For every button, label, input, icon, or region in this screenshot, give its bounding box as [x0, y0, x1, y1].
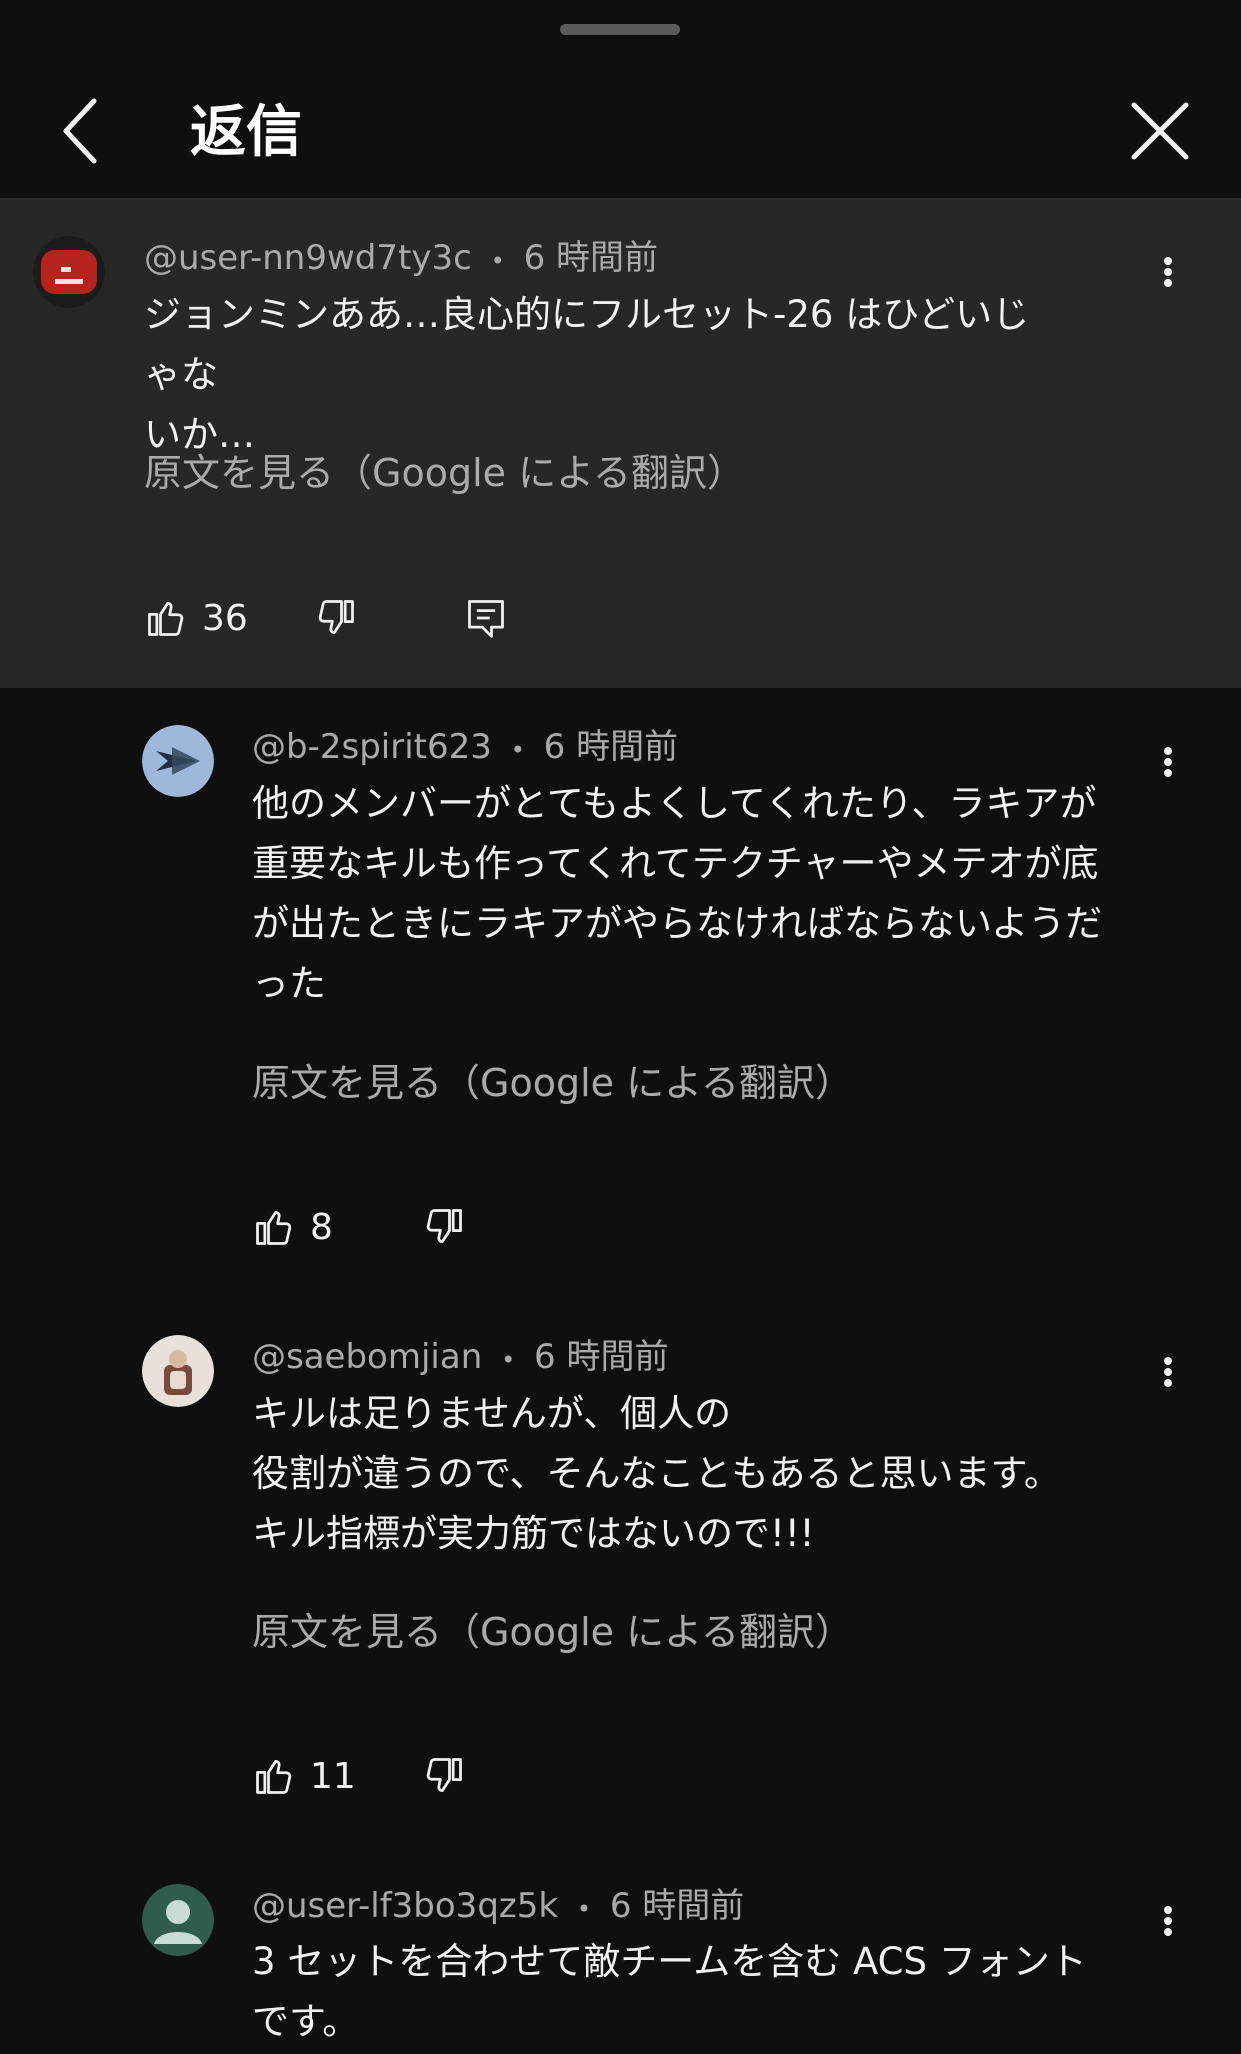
comment-text: ジョンミンああ…良心的にフルセット-26 はひどいじゃな いか…: [144, 285, 1064, 465]
comment-actions: 8: [252, 1197, 552, 1257]
comment-line: キルは足りませんが、個人の: [252, 1392, 732, 1435]
thumb-down-icon: [426, 1758, 462, 1793]
avatar-image: [142, 1335, 214, 1407]
back-button[interactable]: [50, 91, 120, 171]
avatar-image: [142, 1884, 214, 1956]
dislike-button[interactable]: [314, 588, 358, 648]
avatar[interactable]: [142, 1335, 214, 1407]
drag-handle[interactable]: [560, 24, 680, 35]
header: 返信: [0, 55, 1241, 198]
comment-author[interactable]: @user-nn9wd7ty3c: [144, 238, 472, 278]
like-count: 8: [310, 1206, 333, 1248]
reply-button[interactable]: [464, 588, 508, 648]
comment-meta: @user-lf3bo3qz5k • 6 時間前: [252, 1884, 744, 1931]
close-icon: [1131, 102, 1189, 160]
more-vert-icon: [1164, 1354, 1172, 1390]
thumb-up-icon: [256, 1210, 292, 1245]
comment-line: 3 セットを合わせて敵チームを含む ACS フォント: [252, 1940, 1087, 1983]
comment-actions: 11: [252, 1746, 552, 1806]
dislike-button[interactable]: [422, 1197, 466, 1257]
comment-line: 重要なキルも作ってくれてテクチャーやメテオが底: [252, 842, 1099, 885]
more-vert-icon: [1164, 254, 1172, 290]
comment-line: キル指標が実力筋ではないので!!!: [252, 1512, 815, 1555]
comment-author[interactable]: @saebomjian: [252, 1337, 482, 1377]
more-options-button[interactable]: [1148, 732, 1188, 792]
comment-line: です。: [252, 2000, 360, 2043]
like-button[interactable]: 36: [144, 588, 248, 648]
like-count: 11: [310, 1755, 356, 1797]
meta-separator: •: [490, 247, 505, 275]
thumb-up-icon: [256, 1759, 292, 1794]
reply-icon: [468, 600, 504, 638]
meta-separator: •: [510, 736, 525, 764]
comment-author[interactable]: @user-lf3bo3qz5k: [252, 1886, 558, 1926]
comment-author[interactable]: @b-2spirit623: [252, 727, 492, 767]
more-options-button[interactable]: [1148, 242, 1188, 302]
comment-time: 6 時間前: [543, 727, 679, 767]
thumb-down-icon: [318, 600, 354, 635]
comment-text: 他のメンバーがとてもよくしてくれたり、ラキアが 重要なキルも作ってくれてテクチャ…: [252, 774, 1172, 1014]
comment-line: 役割が違うので、そんなこともあると思います。: [252, 1452, 1061, 1495]
thumb-up-icon: [148, 601, 184, 636]
see-original-link[interactable]: 原文を見る（Google による翻訳）: [144, 448, 745, 498]
comment-meta: @saebomjian • 6 時間前: [252, 1335, 668, 1382]
comment-meta: @user-nn9wd7ty3c • 6 時間前: [144, 236, 658, 283]
comment-actions: 36: [144, 588, 544, 648]
avatar-image: [142, 725, 214, 797]
like-button[interactable]: 8: [252, 1197, 333, 1257]
see-original-link[interactable]: 原文を見る（Google による翻訳）: [252, 1607, 853, 1657]
comment-time: 6 時間前: [609, 1886, 745, 1926]
avatar[interactable]: [142, 1884, 214, 1956]
back-arrow-icon: [63, 98, 97, 164]
comment-line: 他のメンバーがとてもよくしてくれたり、ラキアが: [252, 782, 1097, 825]
meta-separator: •: [501, 1346, 516, 1374]
page-title: 返信: [190, 100, 302, 165]
see-original-link[interactable]: 原文を見る（Google による翻訳）: [252, 1058, 853, 1108]
comment-line: が出たときにラキアがやらなければならないようだ: [252, 902, 1103, 945]
like-count: 36: [202, 597, 248, 639]
close-button[interactable]: [1120, 91, 1200, 171]
dislike-button[interactable]: [422, 1746, 466, 1806]
more-vert-icon: [1164, 744, 1172, 780]
avatar[interactable]: [142, 725, 214, 797]
comment-time: 6 時間前: [523, 238, 659, 278]
meta-separator: •: [576, 1895, 592, 1923]
comment-text: キルは足りませんが、個人の 役割が違うので、そんなこともあると思います。 キル指…: [252, 1384, 1172, 1564]
like-button[interactable]: 11: [252, 1746, 356, 1806]
thumb-down-icon: [426, 1209, 462, 1244]
comment-text: 3 セットを合わせて敵チームを含む ACS フォント です。: [252, 1932, 1172, 2052]
comment-line: った: [252, 962, 326, 1005]
avatar-image: [33, 236, 105, 308]
more-options-button[interactable]: [1148, 1342, 1188, 1402]
avatar[interactable]: [33, 236, 105, 308]
more-vert-icon: [1164, 1903, 1172, 1939]
comment-time: 6 時間前: [534, 1337, 669, 1377]
more-options-button[interactable]: [1148, 1891, 1188, 1951]
comment-meta: @b-2spirit623 • 6 時間前: [252, 725, 678, 772]
comment-line: ジョンミンああ…良心的にフルセット-26 はひどいじゃな: [144, 293, 1030, 396]
